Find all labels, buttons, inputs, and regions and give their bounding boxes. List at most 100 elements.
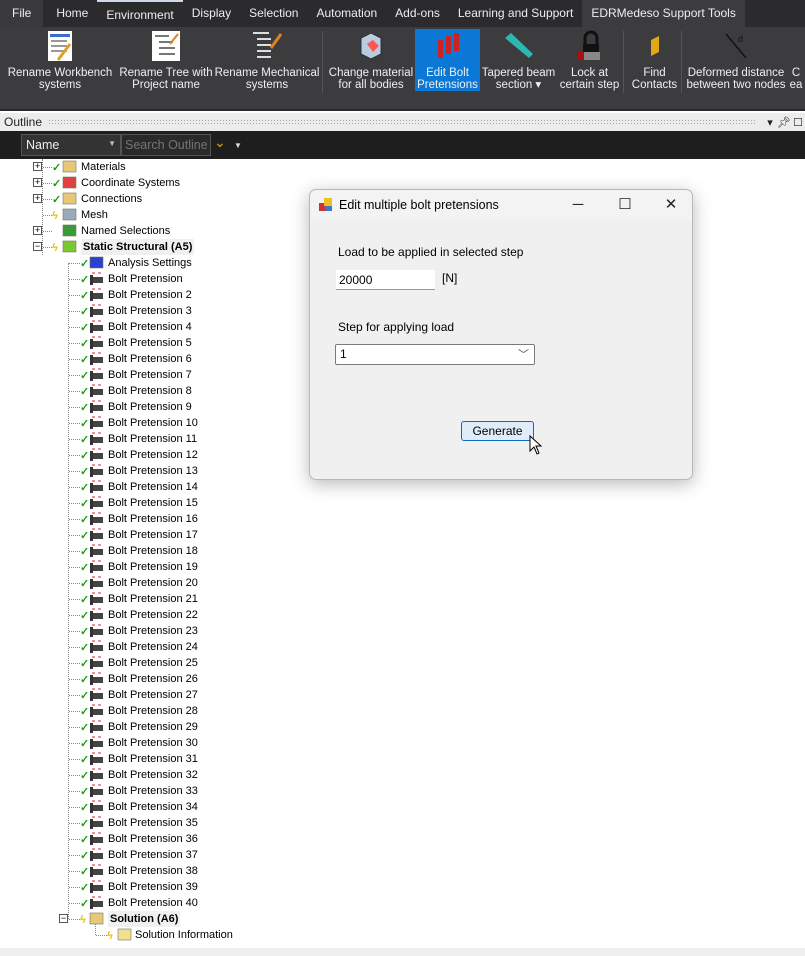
partial-button[interactable]: Cea [789,29,803,91]
tree-item[interactable]: ✓ Bolt Pretension 36 [0,831,300,847]
tree-item[interactable]: ✓ Analysis Settings [0,255,300,271]
tree-connector [69,839,80,840]
distance-button[interactable]: d Deformed distance between two nodes [684,29,788,91]
tree-item[interactable]: ✓ Bolt Pretension 18 [0,543,300,559]
tree-item[interactable]: ✓ Bolt Pretension 10 [0,415,300,431]
check-icon: ✓ [80,450,90,462]
tree-item[interactable]: − ϟ Static Structural (A5) [0,239,300,255]
collapse-icon[interactable]: − [33,242,42,251]
lock-button[interactable]: Lock at certain step [557,29,622,91]
filter-dropdown-icon[interactable]: ▼ [234,141,242,150]
tree-item[interactable]: + ✓ Coordinate Systems [0,175,300,191]
check-icon: ✓ [80,834,90,846]
tab-file[interactable]: File [0,0,44,27]
tab-add-ons[interactable]: Add-ons [386,0,449,27]
tree-item-label: Bolt Pretension 40 [108,897,198,909]
minimize-button[interactable]: ─ [563,194,593,216]
tree-item[interactable]: ✓ Bolt Pretension 40 [0,895,300,911]
tree-item[interactable]: ✓ Bolt Pretension 11 [0,431,300,447]
tree-item[interactable]: + ✓ Materials [0,159,300,175]
tree-item[interactable]: ✓ Bolt Pretension 20 [0,575,300,591]
tree-item[interactable]: ✓ Bolt Pretension 22 [0,607,300,623]
tree-item[interactable]: ✓ Bolt Pretension 21 [0,591,300,607]
maximize-button[interactable]: ☐ [610,194,640,216]
tree-item[interactable]: ϟ Mesh [0,207,300,223]
tab-home[interactable]: Home [47,0,97,27]
tree-item[interactable]: ✓ Bolt Pretension 30 [0,735,300,751]
dialog-title-bar[interactable]: Edit multiple bolt pretensions ─ ☐ ✕ [310,190,692,220]
pin-icon[interactable]: 📌︎ [777,116,791,129]
tree-rename-button[interactable]: Rename Tree with Project name [117,29,215,91]
expand-icon[interactable]: + [33,194,42,203]
tree-item[interactable]: ✓ Bolt Pretension 37 [0,847,300,863]
load-input[interactable] [336,270,435,290]
tree-item[interactable]: ✓ Bolt Pretension 34 [0,799,300,815]
tree-item[interactable]: ✓ Bolt Pretension 4 [0,319,300,335]
generate-button[interactable]: Generate [461,421,534,441]
tree-item[interactable]: ✓ Bolt Pretension 3 [0,303,300,319]
tree-item[interactable]: ✓ Bolt Pretension 31 [0,751,300,767]
tapered-beam-button[interactable]: Tapered beam section ▾ [481,29,556,91]
tree-item[interactable]: + Named Selections [0,223,300,239]
tree-item[interactable]: ✓ Bolt Pretension 28 [0,703,300,719]
tree-item[interactable]: ✓ Bolt Pretension 14 [0,479,300,495]
tree-item[interactable]: ✓ Bolt Pretension 13 [0,463,300,479]
drag-handle[interactable] [48,119,757,125]
tree-item[interactable]: ✓ Bolt Pretension 8 [0,383,300,399]
contact-button[interactable]: Find Contacts [627,29,682,91]
tree-item[interactable]: ✓ Bolt Pretension 19 [0,559,300,575]
close-button[interactable]: ✕ [656,194,686,216]
tab-display[interactable]: Display [183,0,240,27]
tab-edrmedeso-support-tools[interactable]: EDRMedeso Support Tools [582,0,745,27]
bolt-pretension-icon [90,352,103,365]
filter-chevron-icon[interactable]: ⌄ [214,134,226,151]
expand-icon[interactable]: + [33,178,42,187]
tree-item[interactable]: ✓ Bolt Pretension 39 [0,879,300,895]
maximize-icon[interactable]: ☐ [791,116,805,129]
tree-item[interactable]: ✓ Bolt Pretension 6 [0,351,300,367]
tree-item[interactable]: + ✓ Connections [0,191,300,207]
tree-item[interactable]: ✓ Bolt Pretension 23 [0,623,300,639]
step-select[interactable]: 1 ﹀ [335,344,535,365]
tab-learning-and-support[interactable]: Learning and Support [449,0,582,27]
tree-item[interactable]: ✓ Bolt Pretension 2 [0,287,300,303]
tree-item[interactable]: ✓ Bolt Pretension [0,271,300,287]
tree-item[interactable]: ✓ Bolt Pretension 33 [0,783,300,799]
tree-item[interactable]: ✓ Bolt Pretension 25 [0,655,300,671]
tab-automation[interactable]: Automation [307,0,386,27]
tree-item[interactable]: ✓ Bolt Pretension 12 [0,447,300,463]
tree-item[interactable]: ✓ Bolt Pretension 35 [0,815,300,831]
tree-item[interactable]: ✓ Bolt Pretension 7 [0,367,300,383]
tree-item[interactable]: ✓ Bolt Pretension 5 [0,335,300,351]
workbench-list-button[interactable]: Rename Workbench systems [4,29,116,91]
tree-item[interactable]: ✓ Bolt Pretension 24 [0,639,300,655]
tree-connector [69,519,80,520]
tree-item[interactable]: ✓ Bolt Pretension 9 [0,399,300,415]
tab-selection[interactable]: Selection [240,0,307,27]
dropdown-icon[interactable]: ▾ [763,116,777,129]
bolt-pretension-icon [90,832,103,845]
search-outline-input[interactable] [121,134,211,156]
expand-icon[interactable]: + [33,162,42,171]
tree-item[interactable]: ✓ Bolt Pretension 38 [0,863,300,879]
tree-item[interactable]: ✓ Bolt Pretension 15 [0,495,300,511]
tree-item[interactable]: ✓ Bolt Pretension 32 [0,767,300,783]
check-icon: ✓ [80,386,90,398]
tree-item[interactable]: ϟ Solution Information [0,927,300,943]
name-filter-select[interactable]: Name ▼ [21,134,121,156]
collapse-icon[interactable]: − [59,914,68,923]
tree-connector [69,503,80,504]
tab-environment[interactable]: Environment [97,0,183,27]
tree-item[interactable]: ✓ Bolt Pretension 29 [0,719,300,735]
tree-item[interactable]: ✓ Bolt Pretension 17 [0,527,300,543]
button-label-line1: Lock at [570,67,609,79]
tree-item[interactable]: ✓ Bolt Pretension 26 [0,671,300,687]
chevron-down-icon: ▼ [108,139,116,148]
material-cube-button[interactable]: Change material for all bodies [326,29,416,91]
expand-icon[interactable]: + [33,226,42,235]
mechanical-tree-button[interactable]: Rename Mechanical systems [214,29,320,91]
tree-item[interactable]: ✓ Bolt Pretension 16 [0,511,300,527]
tree-item[interactable]: − ϟ Solution (A6) [0,911,300,927]
bolt-button[interactable]: Edit Bolt Pretensions [415,29,480,91]
tree-item[interactable]: ✓ Bolt Pretension 27 [0,687,300,703]
